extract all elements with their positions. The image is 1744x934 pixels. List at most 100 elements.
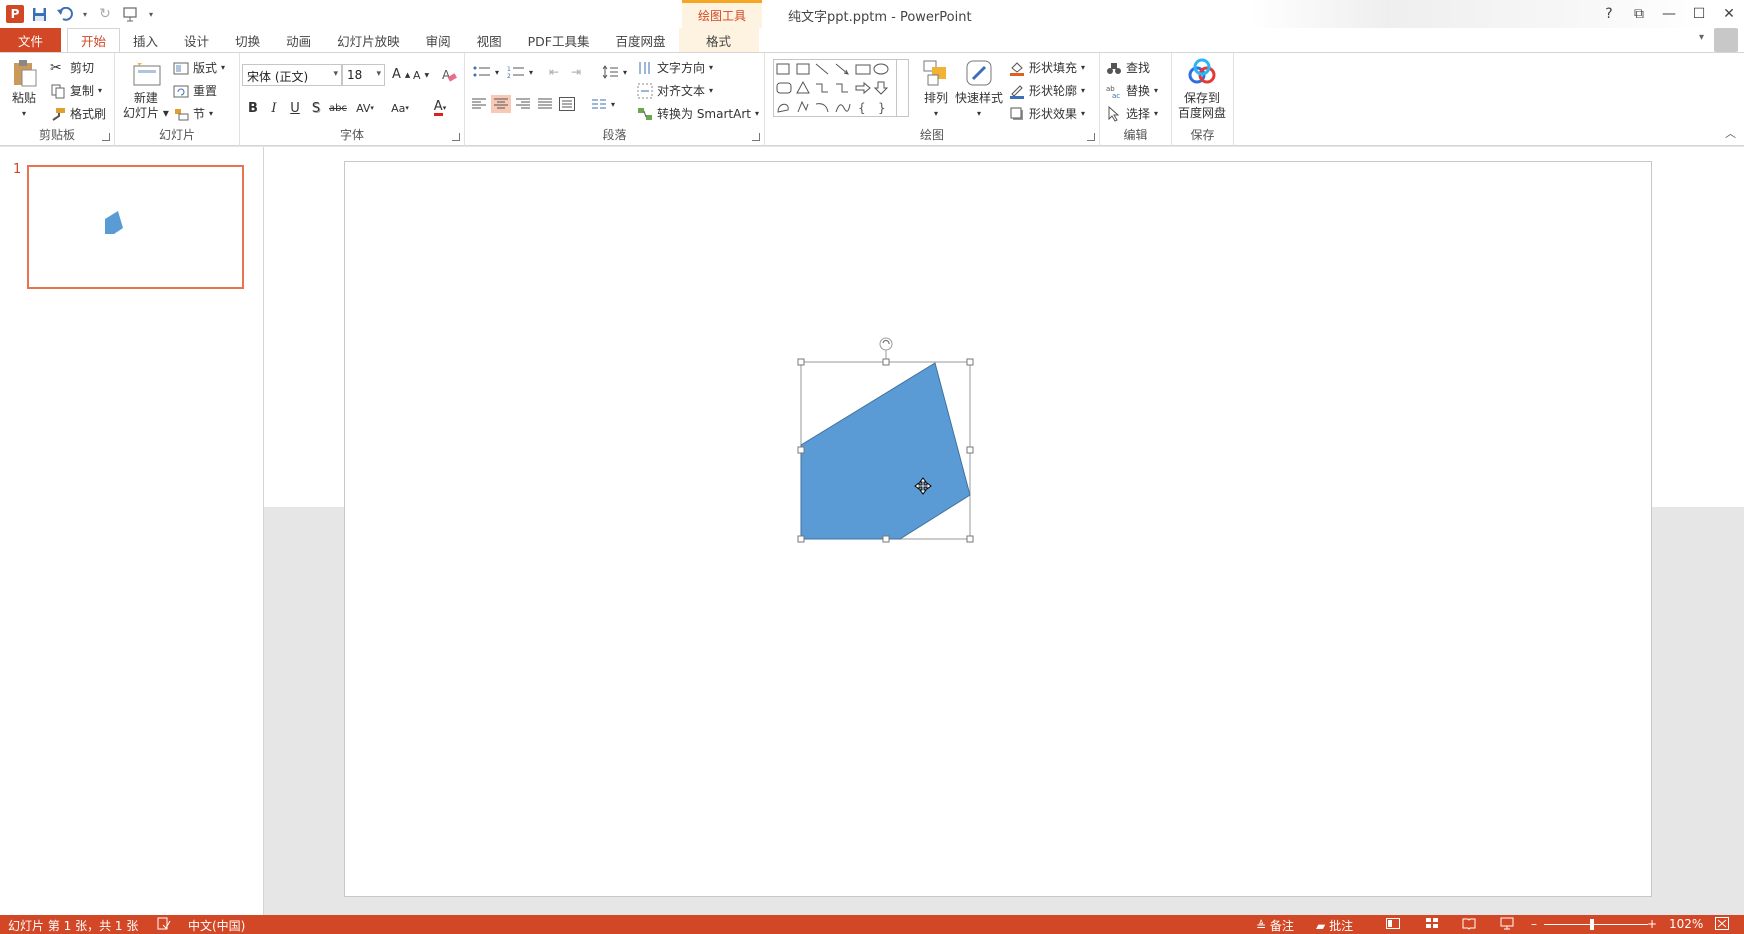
shape-effects-icon (1009, 106, 1025, 122)
reset-button[interactable]: 重置 (173, 82, 217, 99)
notes-button[interactable]: ≜ 备注 (1256, 917, 1294, 934)
zoom-level[interactable]: 102% (1669, 917, 1703, 931)
binoculars-icon (1106, 60, 1122, 76)
tab-design[interactable]: 设计 (171, 28, 222, 52)
shape-fill-button[interactable]: 形状填充 ▾ (1009, 59, 1085, 76)
text-direction-button[interactable]: 文字方向 ▾ (637, 59, 713, 76)
font-launcher-icon[interactable] (452, 133, 460, 141)
copy-button[interactable]: 复制 ▾ (50, 82, 102, 99)
paste-button[interactable]: 粘贴 ▾ (8, 57, 40, 121)
distributed-button[interactable] (559, 97, 575, 111)
shape-outline-button[interactable]: 形状轮廓 ▾ (1009, 82, 1085, 99)
columns-button[interactable]: ▾ (591, 97, 615, 111)
zoom-in-button[interactable]: + (1647, 917, 1657, 931)
collapse-ribbon-icon[interactable]: ︿ (1725, 125, 1736, 141)
clipboard-group: 粘贴 ▾ ✂ 剪切 复制 ▾ 格式刷 剪贴板 (0, 53, 115, 146)
numbering-button[interactable]: 1 2 ▾ (507, 65, 533, 79)
increase-indent-button[interactable]: ⇥ (571, 65, 581, 79)
comments-button[interactable]: ▰ 批注 (1316, 917, 1353, 934)
spell-check-icon[interactable] (157, 917, 171, 933)
shrink-font-button[interactable]: A ▼ (413, 69, 429, 82)
select-button[interactable]: 选择 ▾ (1106, 105, 1158, 122)
font-size-combobox[interactable]: 18 ▾ (342, 64, 385, 86)
quick-styles-button[interactable]: 快速样式 ▾ (955, 57, 1003, 121)
layout-button[interactable]: 版式 ▾ (173, 59, 225, 76)
tab-baidu-netdisk[interactable]: 百度网盘 (603, 28, 679, 52)
decrease-indent-button[interactable]: ⇤ (549, 65, 559, 79)
cut-button[interactable]: ✂ 剪切 (50, 59, 94, 76)
section-button[interactable]: 节 ▾ (173, 105, 213, 122)
slide-thumbnail[interactable] (27, 165, 244, 289)
new-slide-button[interactable]: 新建 幻灯片 ▾ (123, 57, 169, 121)
convert-to-smartart-button[interactable]: 转换为 SmartArt ▾ (637, 105, 759, 122)
zoom-slider-thumb[interactable] (1590, 919, 1594, 930)
help-icon[interactable]: ? (1594, 0, 1624, 28)
grow-font-button[interactable]: A ▲ (392, 67, 410, 82)
shape-effects-button[interactable]: 形状效果 ▾ (1009, 105, 1085, 122)
tab-slideshow[interactable]: 幻灯片放映 (324, 28, 413, 52)
align-left-button[interactable] (471, 97, 487, 111)
tab-view[interactable]: 视图 (464, 28, 515, 52)
slideshow-view-icon[interactable] (1500, 917, 1514, 933)
font-color-button[interactable]: A ▾ (425, 97, 455, 119)
tab-animations[interactable]: 动画 (273, 28, 324, 52)
underline-button[interactable]: U (284, 97, 306, 119)
line-spacing-button[interactable]: ▾ (603, 65, 627, 79)
drawing-launcher-icon[interactable] (1087, 133, 1095, 141)
reading-view-icon[interactable] (1462, 917, 1476, 933)
minimize-icon[interactable]: — (1654, 0, 1684, 28)
start-from-beginning-icon[interactable] (120, 3, 142, 25)
zoom-out-button[interactable]: – (1531, 917, 1537, 931)
shapes-gallery[interactable]: {} (773, 59, 909, 117)
scissors-icon: ✂ (50, 59, 62, 76)
gallery-scroll[interactable] (896, 60, 908, 116)
replace-button[interactable]: ab ac 替换 ▾ (1106, 82, 1158, 100)
save-to-baidu-button[interactable]: 保存到 百度网盘 (1178, 57, 1226, 121)
clipboard-launcher-icon[interactable] (102, 133, 110, 141)
undo-icon[interactable] (54, 3, 76, 25)
bullets-button[interactable]: ▾ (473, 65, 499, 79)
powerpoint-app-icon[interactable]: P (6, 5, 24, 23)
undo-dropdown-icon[interactable]: ▾ (80, 3, 90, 25)
normal-view-icon[interactable] (1386, 917, 1400, 933)
clear-formatting-button[interactable]: A (441, 67, 457, 83)
close-icon[interactable]: ✕ (1714, 0, 1744, 28)
group-label-clipboard: 剪贴板 (38, 128, 75, 142)
format-painter-button[interactable]: 格式刷 (50, 105, 106, 122)
customize-qat-icon[interactable]: ▾ (146, 3, 156, 25)
tab-transitions[interactable]: 切换 (222, 28, 273, 52)
slide[interactable] (344, 161, 1652, 897)
tab-file[interactable]: 文件 (0, 28, 62, 52)
fit-to-window-icon[interactable] (1715, 917, 1729, 933)
maximize-icon[interactable]: ☐ (1684, 0, 1714, 28)
text-direction-icon (637, 60, 653, 76)
change-case-button[interactable]: Aa ▾ (385, 97, 415, 119)
bold-button[interactable]: B (242, 97, 264, 119)
justify-button[interactable] (537, 97, 553, 111)
tab-insert[interactable]: 插入 (120, 28, 171, 52)
tab-home[interactable]: 开始 (67, 28, 121, 52)
find-button[interactable]: 查找 (1106, 59, 1150, 76)
save-icon[interactable] (28, 3, 50, 25)
character-spacing-button[interactable]: AV ▾ (350, 97, 380, 119)
redo-icon[interactable]: ↻ (94, 3, 116, 25)
tab-format[interactable]: 格式 (678, 28, 759, 52)
tab-review[interactable]: 审阅 (413, 28, 464, 52)
arrange-button[interactable]: 排列 ▾ (920, 57, 952, 121)
strikethrough-button[interactable]: abc (327, 97, 349, 119)
language-indicator[interactable]: 中文(中国) (188, 917, 245, 934)
zoom-slider-track[interactable] (1544, 924, 1648, 925)
user-avatar[interactable] (1714, 28, 1738, 52)
align-center-button[interactable] (491, 95, 511, 113)
pentagon-shape (800, 362, 971, 540)
tab-pdf-tools[interactable]: PDF工具集 (515, 28, 603, 52)
align-right-button[interactable] (515, 97, 531, 111)
paragraph-launcher-icon[interactable] (752, 133, 760, 141)
slide-sorter-icon[interactable] (1425, 917, 1439, 933)
align-text-button[interactable]: 对齐文本 ▾ (637, 82, 713, 99)
ribbon-display-options-icon[interactable]: ⧉ (1624, 0, 1654, 28)
font-name-combobox[interactable]: 宋体 (正文) ▾ (242, 64, 342, 86)
text-shadow-button[interactable]: S (305, 97, 327, 119)
italic-button[interactable]: I (263, 97, 285, 119)
ribbon-options-chevron-icon[interactable]: ▾ (1699, 32, 1704, 43)
